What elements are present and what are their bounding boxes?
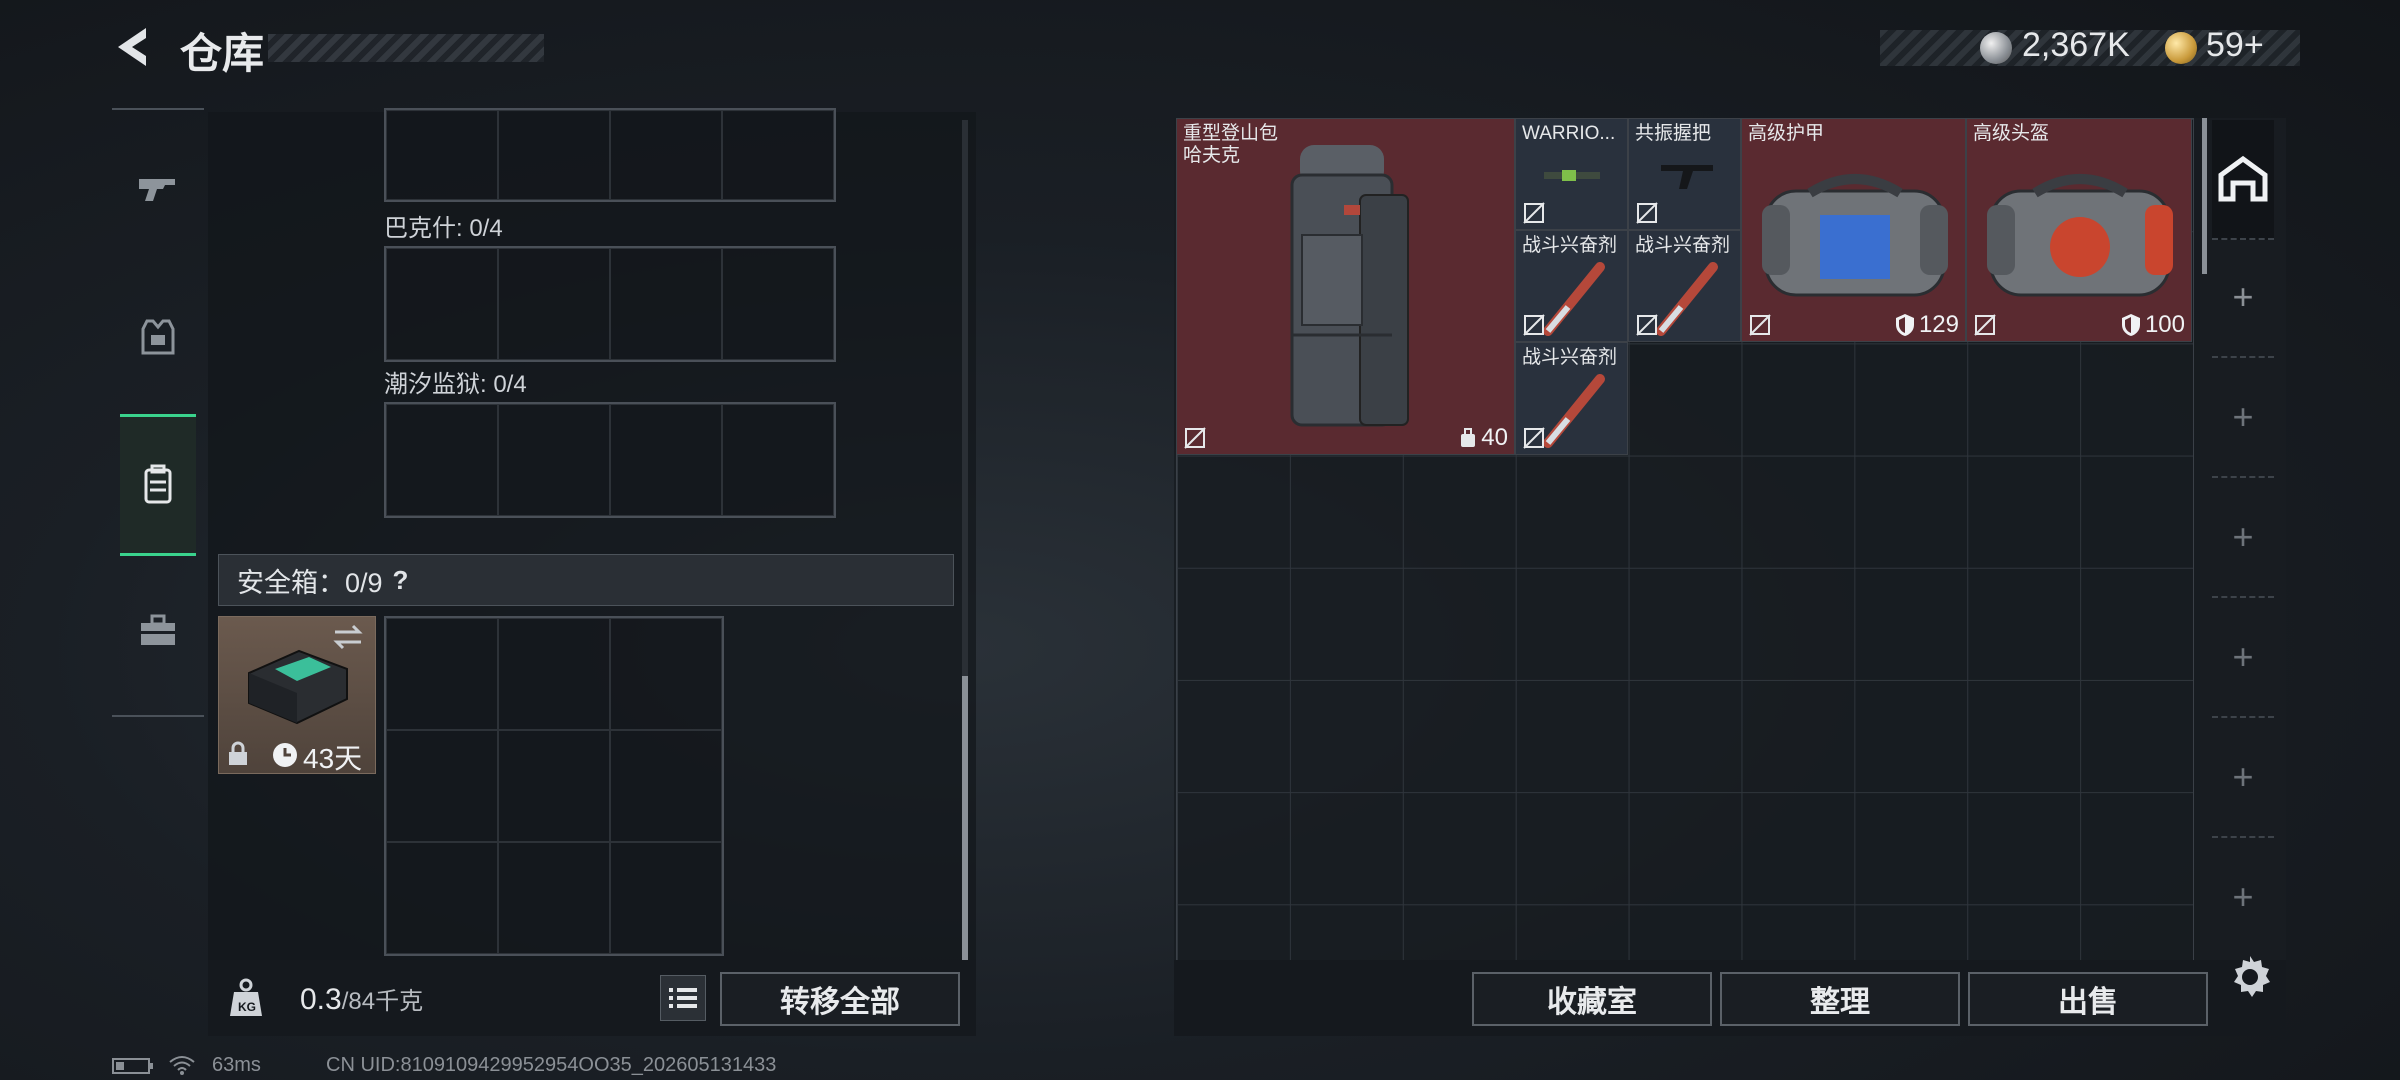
uid-readout: CN UID:8109109429952954OO35_202605131433 <box>326 1054 777 1076</box>
weight-kg-icon: KG <box>230 978 262 1016</box>
toolbox-icon <box>141 614 175 645</box>
storage-tab-add[interactable]: + <box>2212 478 2274 598</box>
gun-icon <box>139 179 175 201</box>
title-decoration <box>268 34 544 62</box>
gear-icon[interactable] <box>2226 952 2274 1000</box>
armor-bag-image <box>1762 174 1948 297</box>
safe-case-item[interactable]: 43天 <box>218 616 376 774</box>
tab-backpack[interactable] <box>120 414 196 556</box>
collection-room-button[interactable]: 收藏室 <box>1472 972 1712 1026</box>
grip-image <box>1661 165 1713 189</box>
container-label-tide-prison: 潮汐监狱: 0/4 <box>384 371 527 398</box>
safebox-grid[interactable] <box>384 616 724 956</box>
syringe-image <box>1656 262 1718 336</box>
item-durability-value: 100 <box>2144 311 2185 338</box>
item-name: 战斗兴奋剂 <box>1522 235 1618 256</box>
item-resonance-grip[interactable]: 共振握把 <box>1628 118 1741 230</box>
list-view-button[interactable] <box>660 975 706 1021</box>
item-capacity: 40 <box>1459 424 1508 452</box>
no-trade-icon <box>1184 427 1206 449</box>
armor-vest-icon <box>141 319 175 355</box>
swap-icon[interactable] <box>331 623 365 651</box>
tab-toolbox[interactable] <box>120 562 196 698</box>
shield-icon <box>2121 314 2140 336</box>
storage-tab-scrollbar[interactable] <box>2202 118 2207 274</box>
safebox-label: 安全箱：0/9 <box>237 567 383 598</box>
silver-currency-value: 2,367K <box>2022 26 2130 64</box>
backpack-image <box>1290 145 1409 427</box>
container-grid-top[interactable] <box>384 108 836 202</box>
helmet-bag-image <box>1987 174 2173 297</box>
item-name: 高级护甲 <box>1748 123 1825 144</box>
item-combat-stim[interactable]: 战斗兴奋剂 <box>1515 230 1628 342</box>
item-advanced-helmet[interactable]: 高级头盔 100 <box>1966 118 2192 342</box>
back-arrow-icon[interactable] <box>108 22 158 72</box>
list-icon <box>669 988 697 1008</box>
transfer-all-button[interactable]: 转移全部 <box>720 972 960 1026</box>
lock-icon <box>229 741 247 765</box>
storage-tab-add[interactable]: + <box>2212 358 2274 478</box>
capacity-icon <box>1461 428 1476 447</box>
no-trade-icon <box>1636 314 1658 336</box>
container-label-bakesh: 巴克什: 0/4 <box>384 215 503 242</box>
storage-tab-add[interactable]: + <box>2212 238 2274 358</box>
tab-equipment[interactable] <box>120 268 196 404</box>
item-advanced-armor[interactable]: 高级护甲 129 <box>1741 118 1966 342</box>
help-icon[interactable]: ? <box>393 565 409 596</box>
ping-readout: 63ms <box>212 1054 261 1076</box>
safe-case-image <box>248 649 348 725</box>
item-durability: 100 <box>2121 311 2185 339</box>
container-grid-bakesh[interactable] <box>384 246 836 362</box>
item-name: 重型登山包 哈夫克 <box>1183 123 1279 166</box>
sort-button[interactable]: 整理 <box>1720 972 1960 1026</box>
svg-text:KG: KG <box>238 1000 256 1014</box>
no-trade-icon <box>1749 314 1771 336</box>
no-trade-icon <box>1523 314 1545 336</box>
gold-coin-icon <box>2165 32 2197 64</box>
item-capacity-value: 40 <box>1481 424 1508 451</box>
no-trade-icon <box>1636 202 1658 224</box>
item-durability-value: 129 <box>1918 311 1959 338</box>
item-warrior[interactable]: WARRIO... <box>1515 118 1628 230</box>
tab-weapons[interactable] <box>120 120 196 256</box>
item-name: 战斗兴奋剂 <box>1522 347 1618 368</box>
syringe-image <box>1543 262 1605 336</box>
storage-tab-add[interactable]: + <box>2212 838 2274 956</box>
item-name: WARRIO... <box>1522 123 1616 144</box>
no-trade-icon <box>1523 202 1545 224</box>
shield-icon <box>1895 314 1914 336</box>
weight-current: 0.3 <box>300 983 342 1016</box>
wifi-icon <box>169 1056 195 1075</box>
attachment-image <box>1544 170 1600 181</box>
warehouse-icon <box>2218 155 2268 202</box>
syringe-image <box>1543 374 1605 448</box>
clock-icon <box>273 743 297 767</box>
weight-capacity: /84千克 <box>341 988 424 1015</box>
item-combat-stim[interactable]: 战斗兴奋剂 <box>1515 342 1628 455</box>
battery-icon <box>112 1058 153 1074</box>
silver-coin-icon <box>1980 32 2012 64</box>
no-trade-icon <box>1974 314 1996 336</box>
storage-tab-main[interactable] <box>2212 120 2274 240</box>
left-scrollbar-thumb[interactable] <box>962 676 968 960</box>
item-heavy-backpack[interactable]: 重型登山包 哈夫克 40 <box>1176 118 1515 455</box>
item-durability: 129 <box>1895 311 1959 339</box>
item-combat-stim[interactable]: 战斗兴奋剂 <box>1628 230 1741 342</box>
item-name: 高级头盔 <box>1973 123 2050 144</box>
storage-tab-add[interactable]: + <box>2212 718 2274 838</box>
gold-currency-value[interactable]: 59+ <box>2206 26 2264 65</box>
weight-readout: 0.3/84千克 <box>300 981 423 1017</box>
no-trade-icon <box>1523 427 1545 449</box>
item-name: 战斗兴奋剂 <box>1635 235 1731 256</box>
sell-button[interactable]: 出售 <box>1968 972 2208 1026</box>
item-name: 共振握把 <box>1635 123 1712 144</box>
safe-case-timer: 43天 <box>303 743 363 774</box>
backpack-icon <box>144 464 172 504</box>
storage-tab-add[interactable]: + <box>2212 598 2274 718</box>
page-title: 仓库 <box>180 30 265 77</box>
safebox-header: 安全箱：0/9 ? <box>218 554 954 606</box>
container-grid-tide-prison[interactable] <box>384 402 836 518</box>
